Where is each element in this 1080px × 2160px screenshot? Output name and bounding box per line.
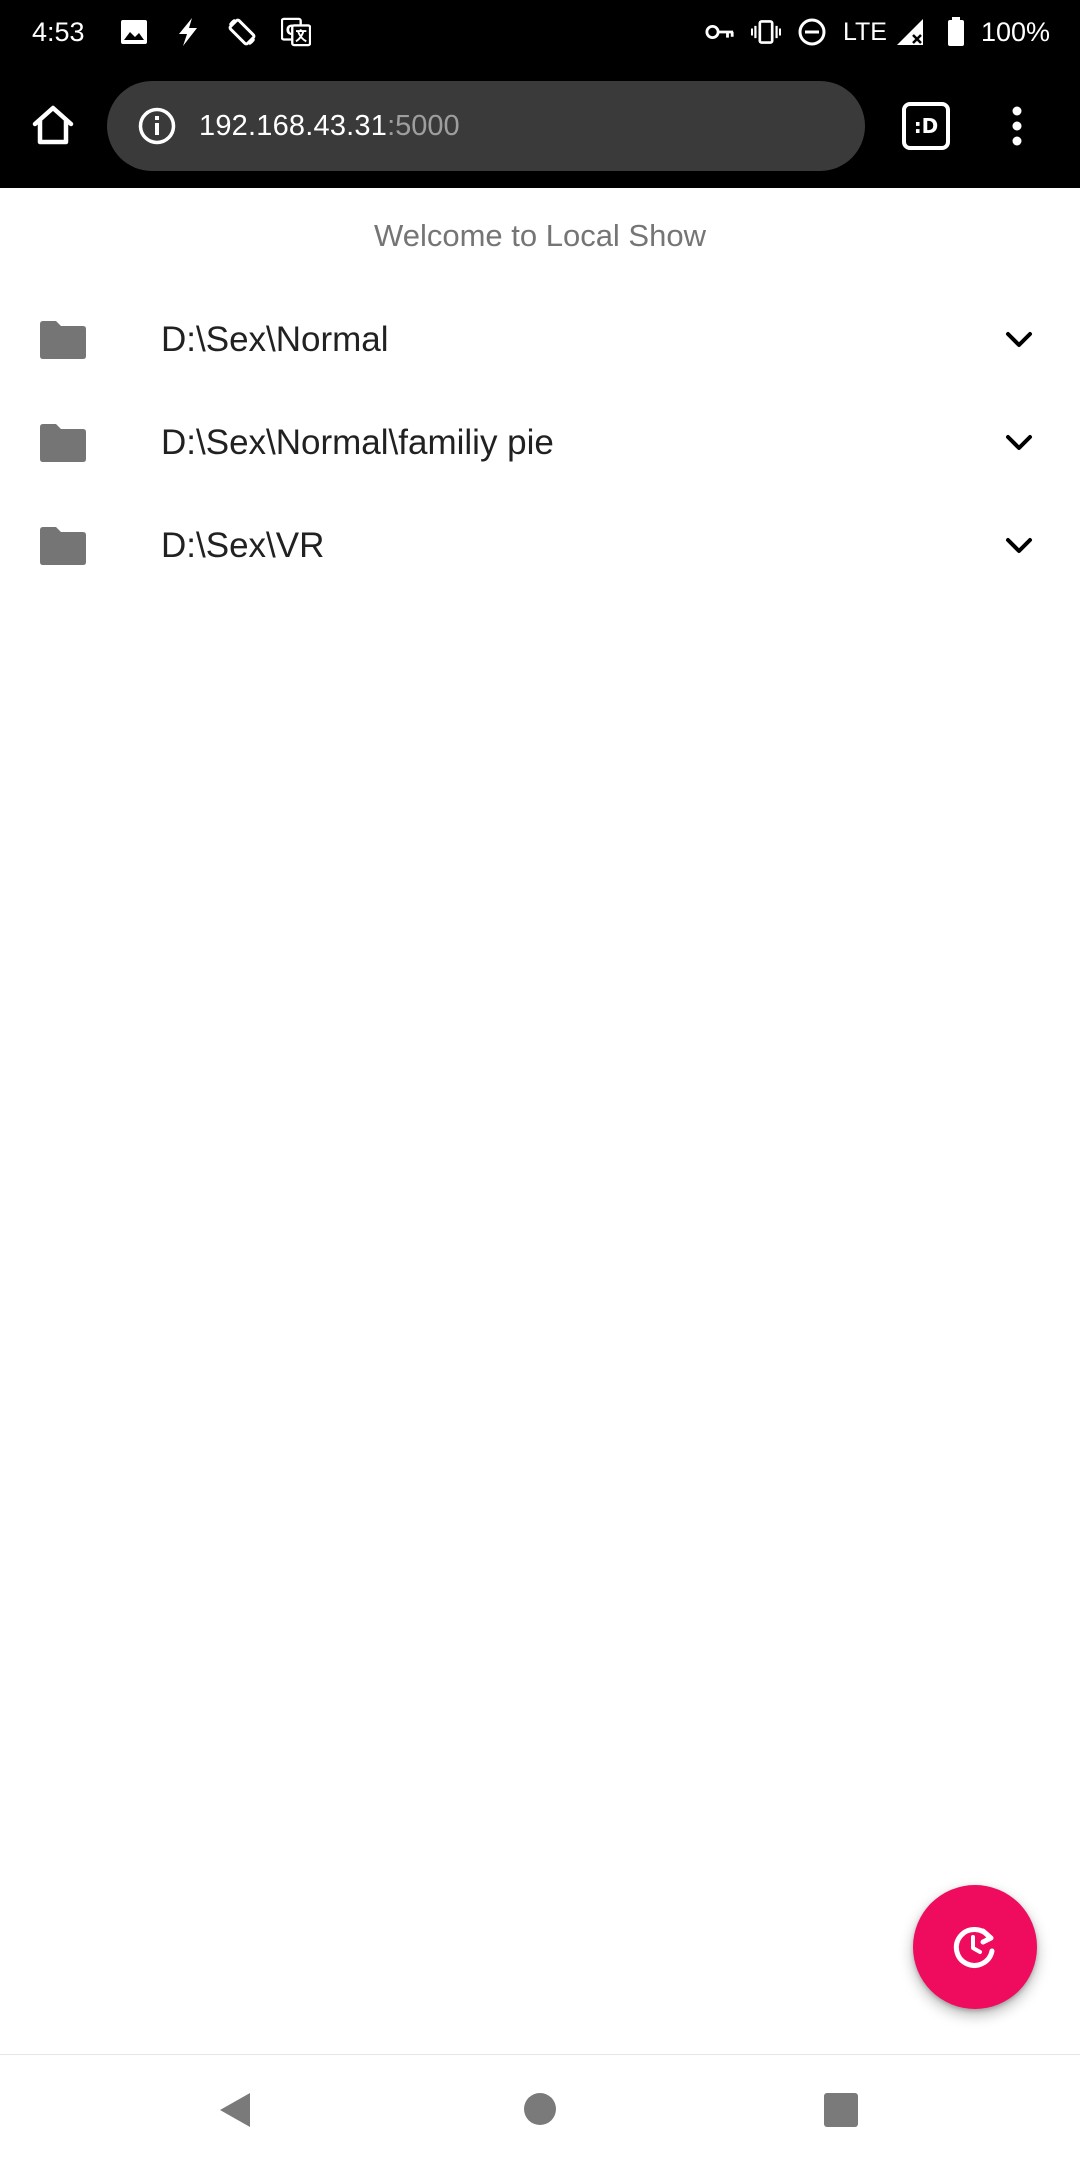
recents-icon[interactable] [824, 2093, 858, 2127]
flash-icon [173, 17, 203, 47]
status-bar: 4:53 G LTE 100% [0, 0, 1080, 64]
url-host: 192.168.43.31 [199, 109, 388, 142]
system-nav-bar [0, 2054, 1080, 2160]
vpn-key-icon [705, 17, 735, 47]
battery-percent: 100% [980, 16, 1050, 47]
folder-icon [40, 320, 86, 359]
back-icon[interactable] [218, 2091, 252, 2129]
signal-icon [895, 17, 925, 47]
browser-toolbar: 192.168.43.31:5000 :D [0, 64, 1080, 188]
folder-item[interactable]: D:\Sex\Normal\familiy pie [0, 391, 1080, 494]
do-not-disturb-icon [797, 17, 827, 47]
status-bar-right: LTE 100% [705, 17, 1050, 48]
home-icon[interactable] [22, 94, 84, 156]
chevron-down-icon[interactable] [1003, 530, 1035, 562]
folder-item[interactable]: D:\Sex\Normal [0, 288, 1080, 391]
overflow-menu-icon[interactable] [990, 94, 1044, 158]
history-refresh-button[interactable] [913, 1885, 1037, 2009]
folder-icon [40, 526, 86, 565]
chevron-down-icon[interactable] [1003, 324, 1035, 356]
folder-list: D:\Sex\Normal D:\Sex\Normal\familiy pie … [0, 288, 1080, 597]
tab-switcher-button[interactable]: :D [902, 102, 950, 150]
home-icon[interactable] [524, 2093, 556, 2125]
chevron-down-icon[interactable] [1003, 427, 1035, 459]
screen-rotate-icon [227, 17, 257, 47]
address-bar[interactable]: 192.168.43.31:5000 [107, 81, 865, 171]
image-icon [119, 17, 149, 47]
status-time: 4:53 [32, 16, 85, 47]
status-bar-left: 4:53 G [32, 17, 335, 48]
folder-path: D:\Sex\Normal [161, 319, 389, 359]
vibrate-icon [750, 17, 781, 47]
page-title: Welcome to Local Show [374, 218, 706, 253]
translate-icon: G [280, 17, 311, 47]
network-type-label: LTE [842, 17, 887, 46]
page-content: Welcome to Local Show D:\Sex\Normal D:\S… [0, 188, 1080, 2054]
folder-item[interactable]: D:\Sex\VR [0, 494, 1080, 597]
battery-icon [941, 17, 971, 47]
folder-path: D:\Sex\Normal\familiy pie [161, 422, 554, 462]
folder-icon [40, 423, 86, 462]
site-info-icon[interactable] [137, 106, 177, 146]
history-refresh-icon [953, 1926, 995, 1968]
folder-path: D:\Sex\VR [161, 525, 325, 565]
url-port: :5000 [387, 109, 460, 142]
